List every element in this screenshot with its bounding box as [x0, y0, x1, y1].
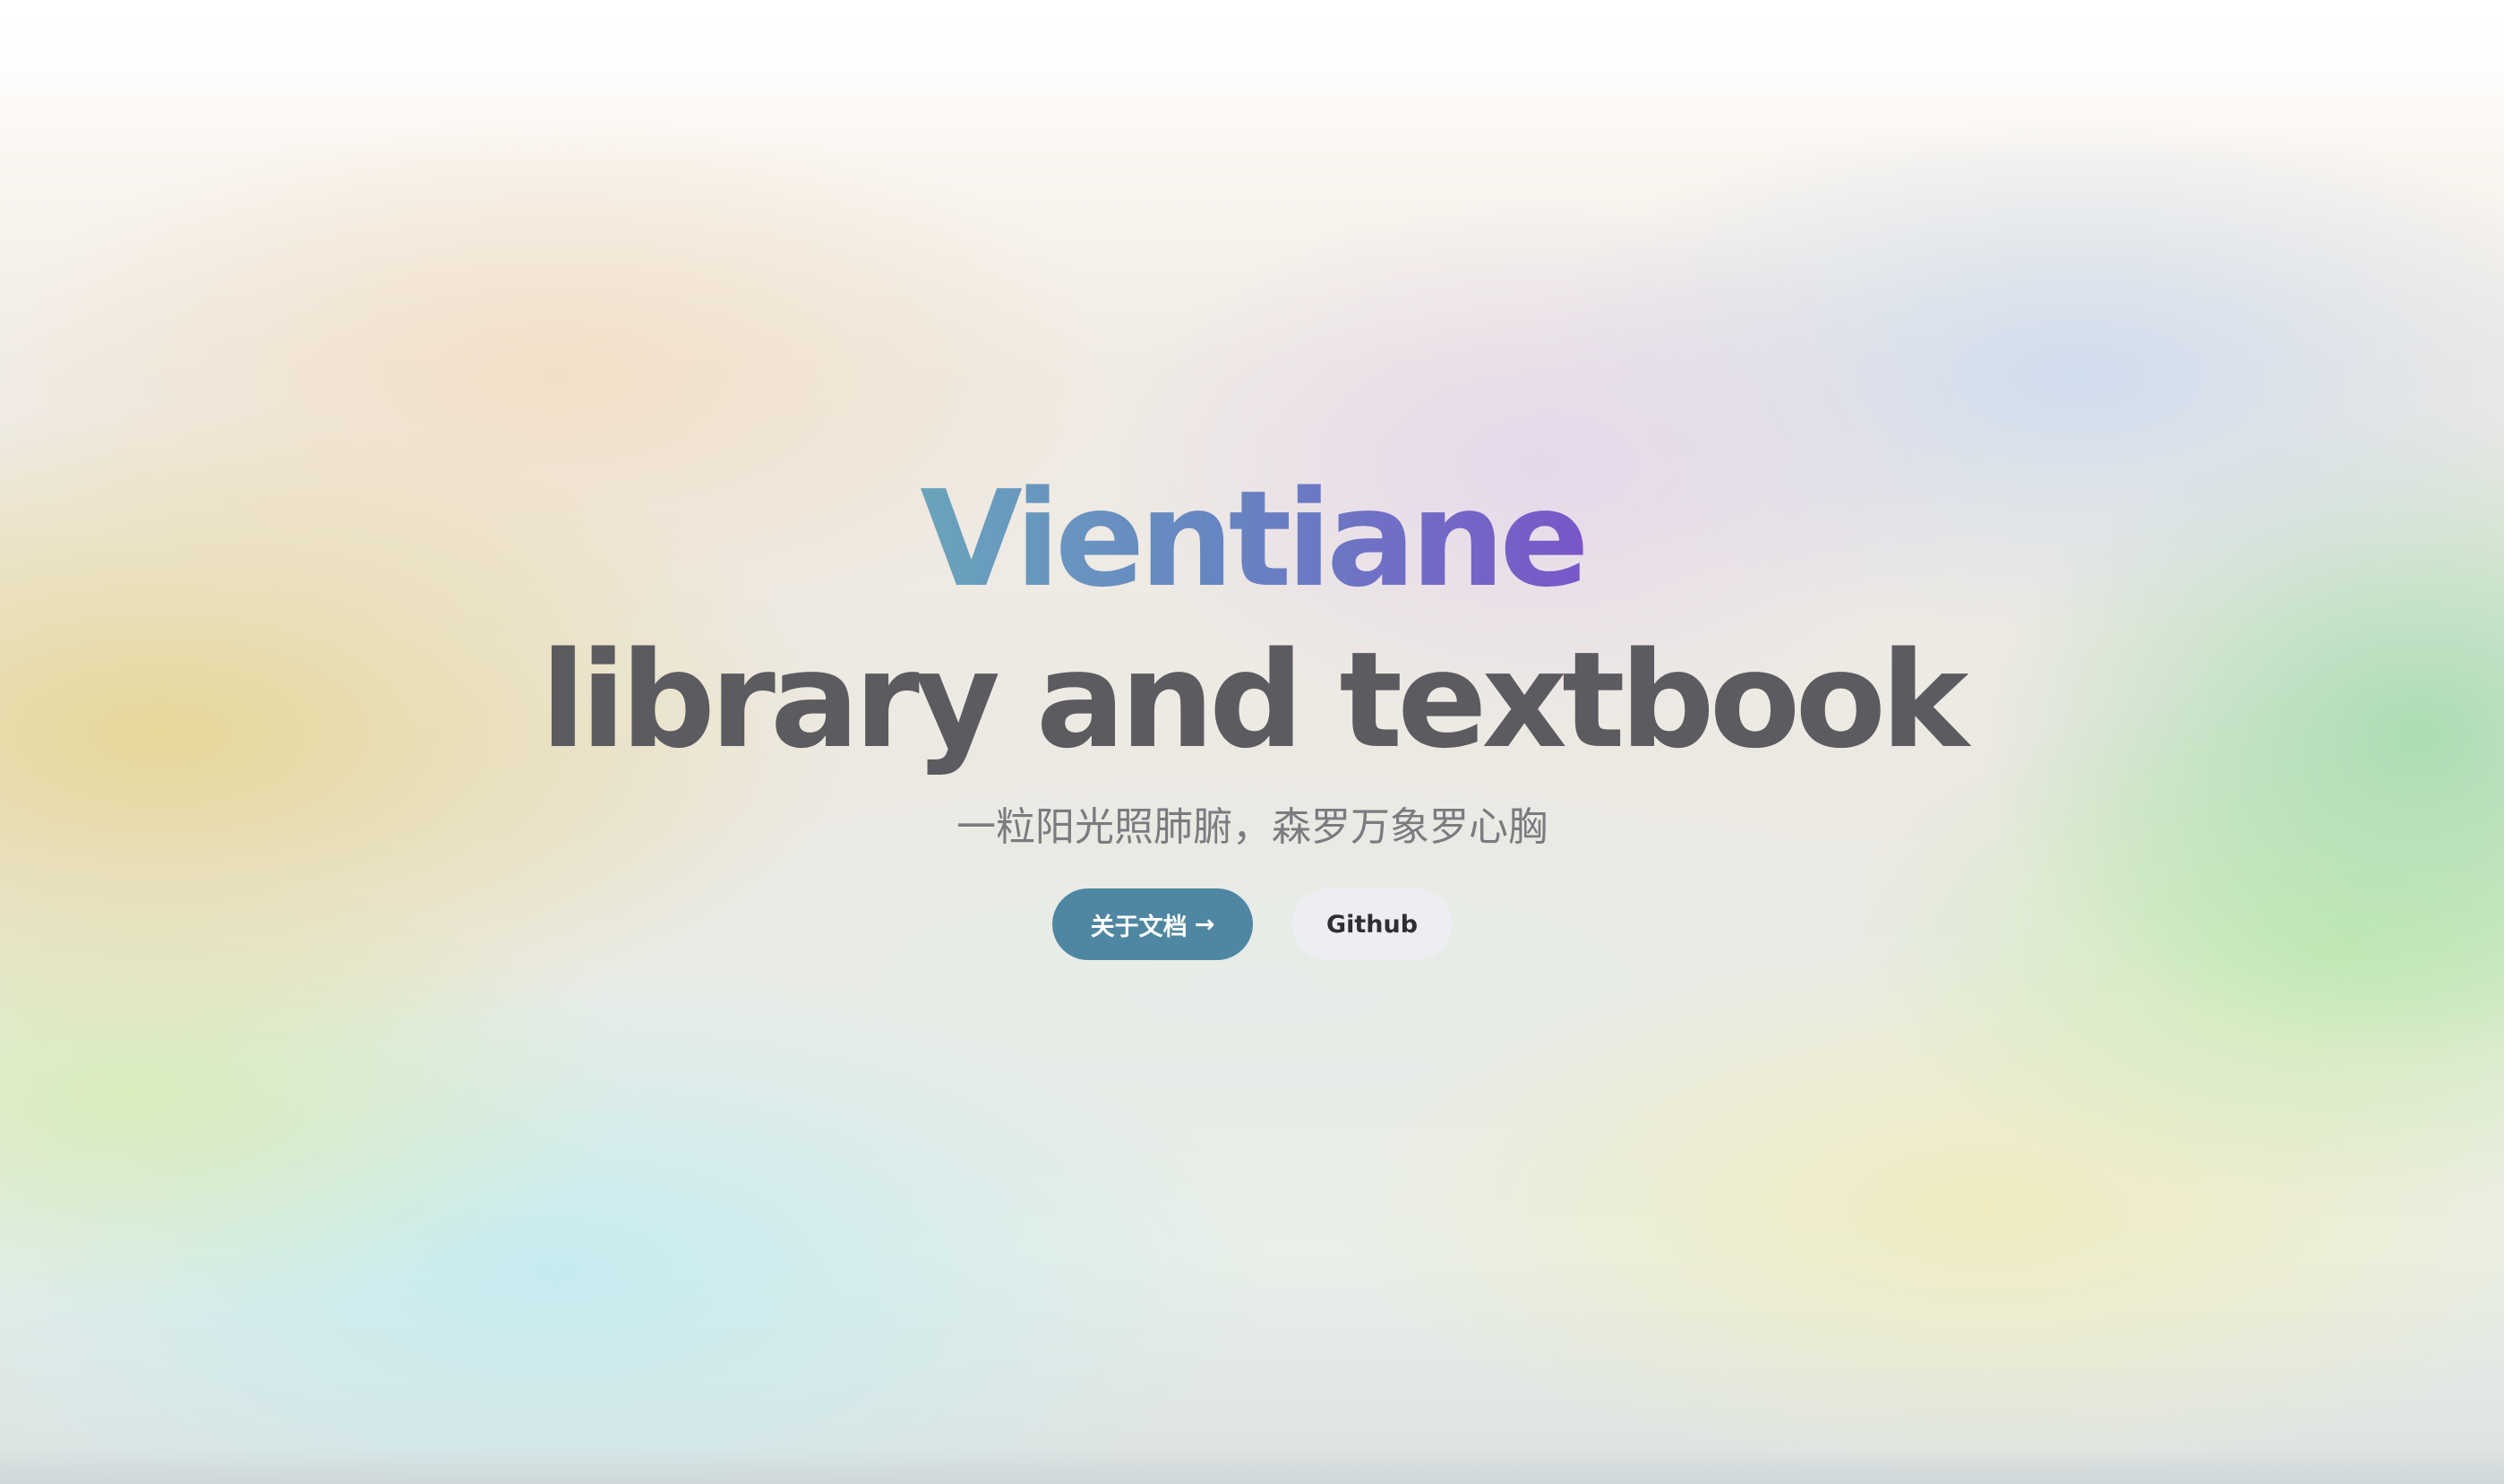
- hero-actions: 关于文档 → Github: [0, 888, 2504, 960]
- github-label: Github: [1325, 910, 1419, 939]
- background-top-fade: [0, 0, 2504, 161]
- about-docs-label: 关于文档: [1090, 913, 1188, 941]
- brand-title: Vientiane: [920, 459, 1589, 620]
- background-bottom-edge: [0, 1448, 2504, 1484]
- github-button[interactable]: Github: [1292, 888, 1452, 960]
- hero-subtitle: 一粒阳光照肺腑，森罗万象罗心胸: [956, 804, 1548, 850]
- arrow-right-icon: →: [1194, 910, 1215, 939]
- about-docs-button[interactable]: 关于文档 →: [1052, 888, 1253, 960]
- hero-headline: library and textbook: [540, 623, 1968, 777]
- hero-section: Vientiane library and textbook 一粒阳光照肺腑，森…: [0, 459, 2504, 960]
